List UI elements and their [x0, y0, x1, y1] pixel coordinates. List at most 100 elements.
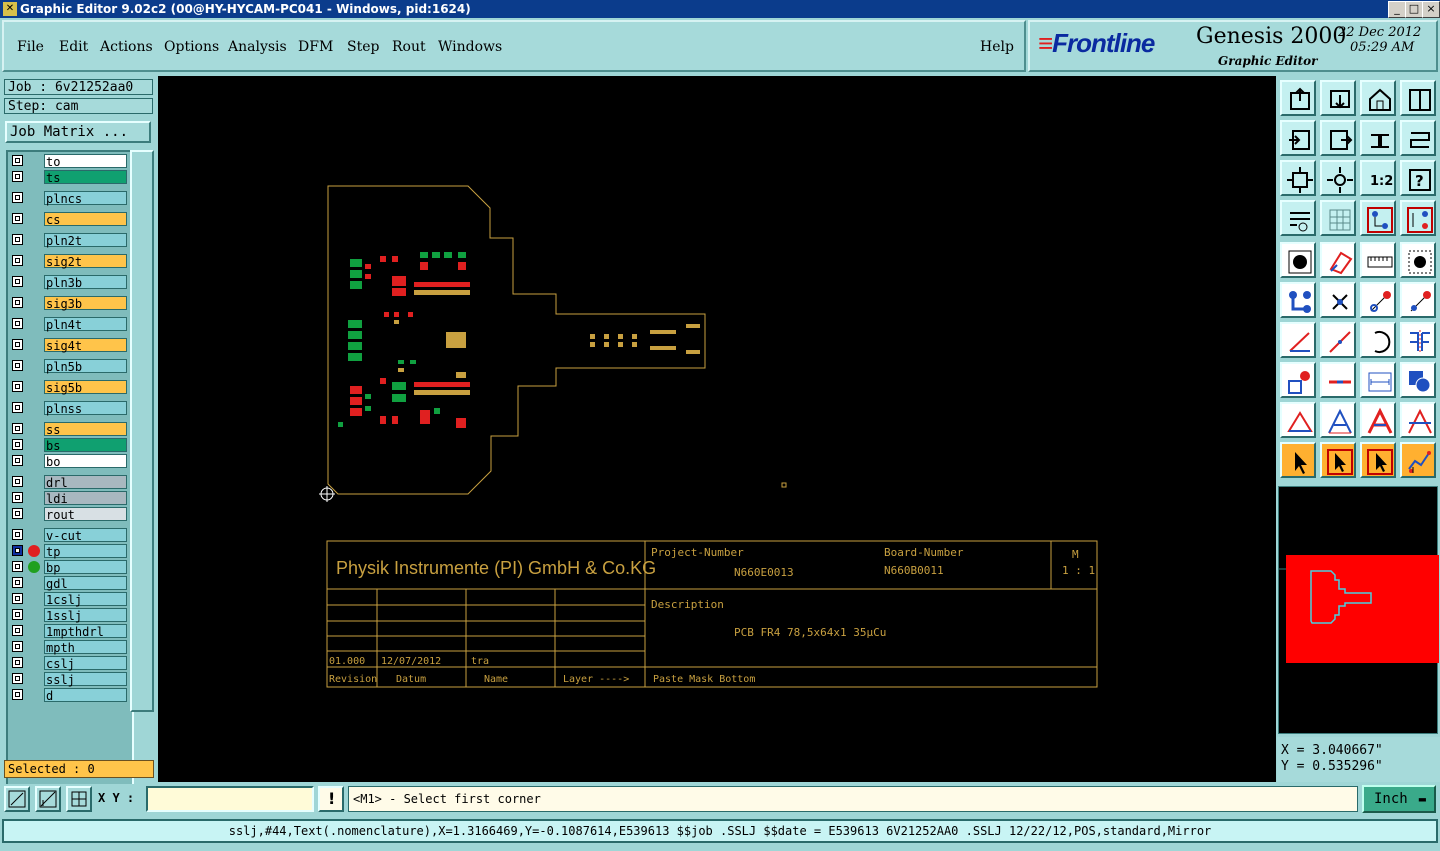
layer-checkbox[interactable]: [12, 402, 23, 413]
alert-button[interactable]: !: [318, 786, 344, 812]
layer-checkbox[interactable]: [12, 171, 23, 182]
help-button[interactable]: ?: [1400, 160, 1436, 196]
dimension-button[interactable]: [1360, 362, 1396, 398]
menu-dfm[interactable]: DFM: [298, 39, 333, 55]
layer-scrollbar[interactable]: [130, 150, 154, 712]
layer-row-tp[interactable]: tp: [10, 544, 128, 559]
layer-checkbox[interactable]: [12, 423, 23, 434]
save-button[interactable]: [1320, 80, 1356, 116]
select-arrow-button[interactable]: [1280, 442, 1316, 478]
layer-checkbox[interactable]: [12, 641, 23, 652]
layer-checkbox[interactable]: [12, 689, 23, 700]
layer-checkbox[interactable]: [12, 657, 23, 668]
zoom-area-button[interactable]: [4, 786, 30, 812]
layer-row-pln2t[interactable]: pln2t: [10, 233, 128, 248]
layer-checkbox[interactable]: [12, 234, 23, 245]
redraw-button[interactable]: [1400, 120, 1436, 156]
layer-checkbox[interactable]: [12, 593, 23, 604]
select-feature-button[interactable]: [1360, 442, 1396, 478]
connect-button[interactable]: [1360, 282, 1396, 318]
text-a-button[interactable]: [1320, 402, 1356, 438]
layer-row-mpth[interactable]: mpth: [10, 640, 128, 655]
layer-row-1mpthdrl[interactable]: 1mpthdrl: [10, 624, 128, 639]
layer-checkbox[interactable]: [12, 577, 23, 588]
open-job-button[interactable]: [1280, 80, 1316, 116]
layer-row-bo[interactable]: bo: [10, 454, 128, 469]
swap-button[interactable]: [1360, 120, 1396, 156]
layer-row-sig4t[interactable]: sig4t: [10, 338, 128, 353]
layer-row-cs[interactable]: cs: [10, 212, 128, 227]
zoom-home-button[interactable]: [1320, 160, 1356, 196]
layer-row-1sslj[interactable]: 1sslj: [10, 608, 128, 623]
layer-row-sig5b[interactable]: sig5b: [10, 380, 128, 395]
layer-checkbox[interactable]: [12, 625, 23, 636]
zoom-fit-button[interactable]: [1280, 160, 1316, 196]
layer-row-pln3b[interactable]: pln3b: [10, 275, 128, 290]
layer-checkbox[interactable]: [12, 297, 23, 308]
close-button[interactable]: ×: [1422, 1, 1440, 18]
fill-button[interactable]: [1280, 242, 1316, 278]
job-matrix-button[interactable]: Job Matrix ...: [5, 121, 151, 143]
menu-rout[interactable]: Rout: [392, 39, 426, 55]
align-button[interactable]: [1320, 362, 1356, 398]
layer-row-plnss[interactable]: plnss: [10, 401, 128, 416]
layer-row-bs[interactable]: bs: [10, 438, 128, 453]
point-button[interactable]: [1280, 362, 1316, 398]
layer-row-ts[interactable]: ts: [10, 170, 128, 185]
layer-checkbox[interactable]: [12, 545, 23, 556]
layer-checkbox[interactable]: [12, 529, 23, 540]
route-button[interactable]: [1400, 442, 1436, 478]
menu-analysis[interactable]: Analysis: [228, 39, 287, 55]
maximize-button[interactable]: □: [1405, 1, 1423, 18]
menu-actions[interactable]: Actions: [100, 39, 153, 55]
layer-row-gdl[interactable]: gdl: [10, 576, 128, 591]
window-split-button[interactable]: [1400, 80, 1436, 116]
zoom-forward-button[interactable]: [1320, 120, 1356, 156]
pad-button[interactable]: [1400, 242, 1436, 278]
layer-row-pln5b[interactable]: pln5b: [10, 359, 128, 374]
layer-row-1cslj[interactable]: 1cslj: [10, 592, 128, 607]
grid-button[interactable]: [1320, 200, 1356, 236]
menu-file[interactable]: File: [17, 39, 44, 55]
arc-button[interactable]: [1280, 322, 1316, 358]
menu-options[interactable]: Options: [164, 39, 219, 55]
layer-checkbox[interactable]: [12, 561, 23, 572]
layer-row-cslj[interactable]: cslj: [10, 656, 128, 671]
layer-row-d[interactable]: d: [10, 688, 128, 703]
layer-checkbox[interactable]: [12, 155, 23, 166]
text-cross-button[interactable]: [1400, 402, 1436, 438]
layer-compare-button[interactable]: [1400, 200, 1436, 236]
layer-row-sig2t[interactable]: sig2t: [10, 254, 128, 269]
delete-feature-button[interactable]: [1320, 282, 1356, 318]
layer-row-sig3b[interactable]: sig3b: [10, 296, 128, 311]
outline-button[interactable]: [1320, 242, 1356, 278]
text-triangle-button[interactable]: [1280, 402, 1316, 438]
xy-input[interactable]: [146, 786, 314, 812]
layer-checkbox[interactable]: [12, 318, 23, 329]
home-button[interactable]: [1360, 80, 1396, 116]
graphic-canvas[interactable]: Physik Instrumente (PI) GmbH & Co.KG Pro…: [158, 76, 1276, 782]
layer-checkbox[interactable]: [12, 360, 23, 371]
overview-window[interactable]: [1278, 486, 1439, 734]
layer-row-bp[interactable]: bp: [10, 560, 128, 575]
layer-row-to[interactable]: to: [10, 154, 128, 169]
layer-row-ss[interactable]: ss: [10, 422, 128, 437]
mirror-button[interactable]: [1400, 322, 1436, 358]
scale-button[interactable]: 1:2: [1360, 160, 1396, 196]
layer-checkbox[interactable]: [12, 192, 23, 203]
layer-row-v-cut[interactable]: v-cut: [10, 528, 128, 543]
layer-checkbox[interactable]: [12, 673, 23, 684]
layer-row-pln4t[interactable]: pln4t: [10, 317, 128, 332]
cut-paste-button[interactable]: [1280, 200, 1316, 236]
layer-checkbox[interactable]: [12, 508, 23, 519]
group-button[interactable]: [1400, 362, 1436, 398]
grid-snap-button[interactable]: [66, 786, 92, 812]
text-bold-button[interactable]: [1360, 402, 1396, 438]
menu-help[interactable]: Help: [980, 39, 1014, 55]
unit-selector[interactable]: Inch ▬: [1362, 785, 1436, 813]
menu-step[interactable]: Step: [347, 39, 379, 55]
layer-row-plncs[interactable]: plncs: [10, 191, 128, 206]
ruler-button[interactable]: [1360, 242, 1396, 278]
network-button[interactable]: [1280, 282, 1316, 318]
net-select-button[interactable]: [1400, 282, 1436, 318]
